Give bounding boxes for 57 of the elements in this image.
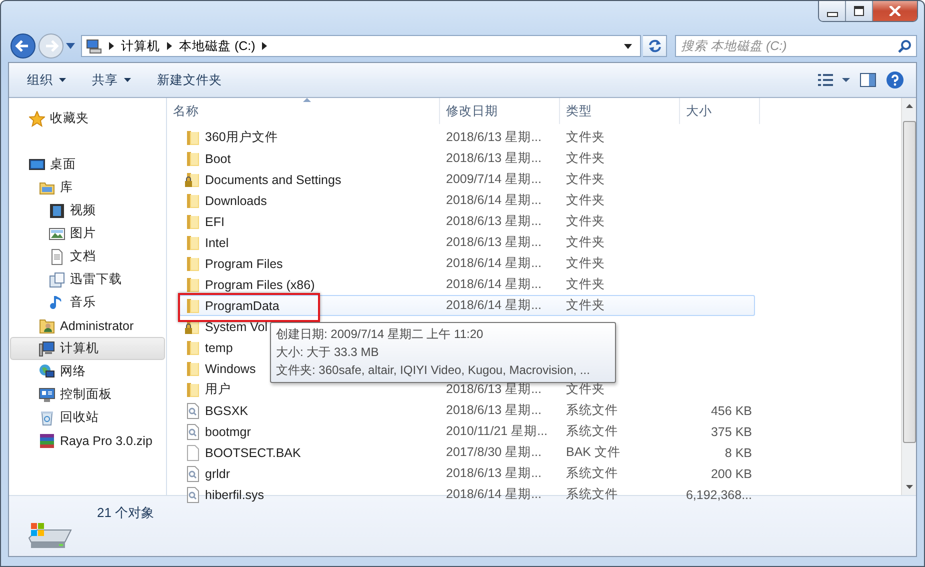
file-name: Downloads <box>205 194 267 208</box>
file-type: BAK 文件 <box>566 444 620 461</box>
modified-date: 2018/6/13 星期... <box>446 465 542 482</box>
file-size: 200 KB <box>710 466 752 480</box>
file-type: 文件夹 <box>566 129 605 146</box>
file-name: temp <box>205 340 233 354</box>
file-name: Boot <box>205 152 231 166</box>
file-name: hiberfil.sys <box>205 488 264 502</box>
file-name: Documents and Settings <box>205 172 342 186</box>
item-count: 21 个对象 <box>97 504 154 522</box>
file-name: BGSXK <box>205 404 248 418</box>
file-name: bootmgr <box>205 424 251 438</box>
tooltip-line: 大小: 大于 33.3 MB <box>276 344 380 361</box>
modified-date: 2018/6/14 星期... <box>446 192 542 209</box>
file-type: 文件夹 <box>566 234 605 251</box>
file-name: 360用户文件 <box>205 129 278 146</box>
file-size: 456 KB <box>710 404 752 418</box>
file-type: 文件夹 <box>566 213 605 230</box>
file-type: 文件夹 <box>566 255 605 272</box>
modified-date: 2018/6/13 星期... <box>446 402 542 419</box>
file-type: 文件夹 <box>566 192 605 209</box>
file-type: 文件夹 <box>566 276 605 293</box>
file-name: Program Files <box>205 256 283 270</box>
modified-date: 2018/6/13 星期... <box>446 129 542 146</box>
file-type: 系统文件 <box>566 486 618 503</box>
modified-date: 2018/6/14 星期... <box>446 486 542 503</box>
modified-date: 2018/6/13 星期... <box>446 381 542 398</box>
modified-date: 2018/6/14 星期... <box>446 255 542 272</box>
modified-date: 2018/6/14 星期... <box>446 276 542 293</box>
file-size: 8 KB <box>724 446 752 460</box>
file-type: 文件夹 <box>566 150 605 167</box>
file-type: 文件夹 <box>566 297 605 314</box>
modified-date: 2009/7/14 星期... <box>446 171 542 188</box>
modified-date: 2018/6/13 星期... <box>446 234 542 251</box>
file-name: EFI <box>205 214 224 228</box>
file-size: 6,192,368... <box>686 488 752 502</box>
file-type: 文件夹 <box>566 381 605 398</box>
file-name: System Vol <box>205 320 268 334</box>
modified-date: 2018/6/14 星期... <box>446 297 542 314</box>
file-name: Intel <box>205 236 229 250</box>
file-name: 用户 <box>205 381 231 398</box>
file-name: ProgramData <box>205 298 280 312</box>
file-name: grldr <box>205 466 230 480</box>
modified-date: 2010/11/21 星期... <box>446 423 548 440</box>
modified-date: 2017/8/30 星期... <box>446 444 542 461</box>
file-name: BOOTSECT.BAK <box>205 446 301 460</box>
tooltip-line: 创建日期: 2009/7/14 星期二 上午 11:20 <box>276 326 484 343</box>
file-size: 375 KB <box>710 424 752 438</box>
file-type: 系统文件 <box>566 402 618 419</box>
file-name: Program Files (x86) <box>205 278 315 292</box>
tooltip-line: 文件夹: 360safe, altair, IQIYI Video, Kugou, Macrovision, ... <box>276 362 591 379</box>
modified-date: 2018/6/13 星期... <box>446 213 542 230</box>
file-name: Windows <box>205 362 256 376</box>
modified-date: 2018/6/13 星期... <box>446 150 542 167</box>
file-type: 文件夹 <box>566 171 605 188</box>
file-type: 系统文件 <box>566 423 618 440</box>
file-type: 系统文件 <box>566 465 618 482</box>
